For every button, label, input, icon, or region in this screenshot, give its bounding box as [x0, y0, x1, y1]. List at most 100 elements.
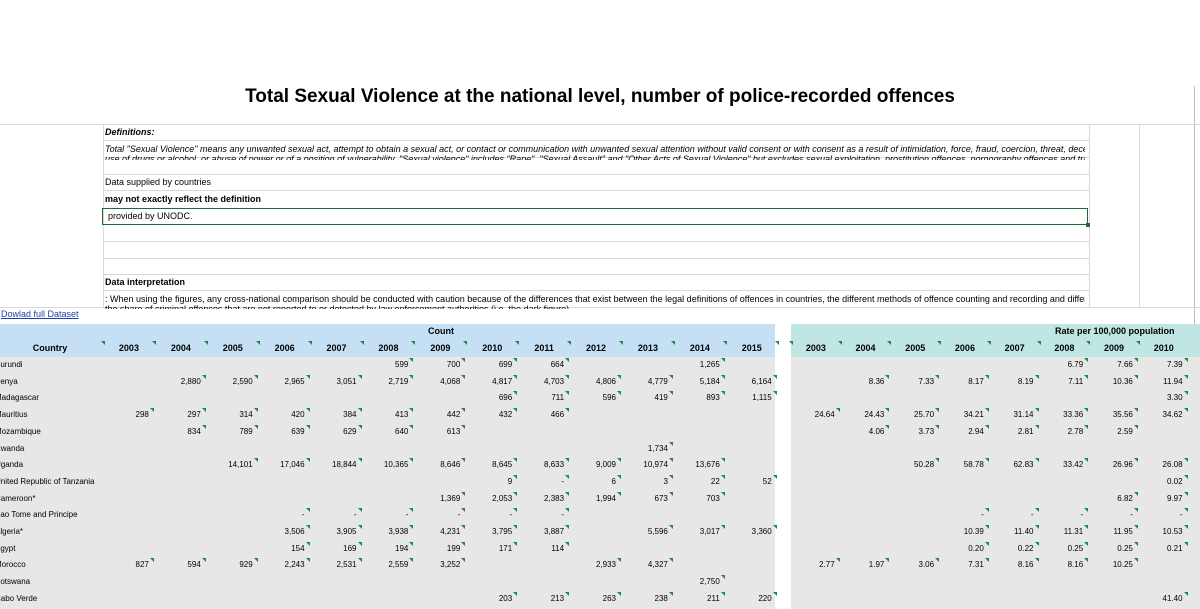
count-year-header[interactable]: 2013 [622, 343, 674, 353]
count-cell[interactable]: 594 [155, 560, 200, 569]
count-cell[interactable]: 827 [103, 560, 149, 569]
rate-cell[interactable]: 50.28 [890, 460, 934, 469]
count-cell[interactable]: - [518, 477, 564, 486]
count-cell[interactable]: 2,590 [207, 377, 253, 386]
count-cell[interactable]: 8,633 [518, 460, 564, 469]
count-cell[interactable]: 6,164 [726, 377, 772, 386]
count-cell[interactable]: 432 [466, 410, 512, 419]
count-cell[interactable]: 263 [570, 594, 616, 603]
rate-cell[interactable]: 31.14 [990, 410, 1033, 419]
count-cell[interactable]: 22 [674, 477, 720, 486]
rate-cell[interactable]: 7.11 [1040, 377, 1083, 386]
rate-cell[interactable]: - [990, 510, 1034, 519]
count-cell[interactable]: 203 [466, 594, 512, 603]
count-cell[interactable]: 2,243 [259, 560, 305, 569]
country-cell[interactable]: Uganda [0, 460, 23, 469]
count-cell[interactable]: 3,506 [259, 527, 305, 536]
count-cell[interactable]: 3 [622, 477, 667, 486]
count-cell[interactable]: 3,795 [466, 527, 512, 536]
count-cell[interactable]: 3,905 [311, 527, 356, 536]
count-cell[interactable]: 6 [570, 477, 616, 486]
rate-cell[interactable]: 62.83 [990, 460, 1033, 469]
rate-cell[interactable]: 3.06 [890, 560, 935, 569]
count-cell[interactable]: 2,053 [466, 494, 512, 503]
count-cell[interactable]: 2,750 [674, 577, 720, 586]
rate-cell[interactable]: 10.53 [1139, 527, 1183, 536]
count-cell[interactable]: 2,719 [363, 377, 408, 386]
country-cell[interactable]: Mozambique [0, 427, 41, 436]
rate-cell[interactable]: 6.79 [1040, 360, 1084, 369]
rate-year-header[interactable]: 2009 [1089, 343, 1139, 353]
rate-cell[interactable]: 26.08 [1139, 460, 1183, 469]
count-cell[interactable]: 14,101 [207, 460, 252, 469]
count-year-header[interactable]: 2003 [103, 343, 155, 353]
count-year-header[interactable]: 2012 [570, 343, 622, 353]
count-cell[interactable]: 413 [363, 410, 408, 419]
rate-cell[interactable]: 7.31 [940, 560, 984, 569]
count-cell[interactable]: 2,965 [259, 377, 305, 386]
rate-cell[interactable]: 8.16 [990, 560, 1034, 569]
count-cell[interactable]: - [363, 510, 409, 519]
rate-cell[interactable]: 33.36 [1040, 410, 1083, 419]
count-cell[interactable]: 384 [311, 410, 356, 419]
count-cell[interactable]: 664 [518, 360, 564, 369]
count-cell[interactable]: 466 [518, 410, 564, 419]
count-cell[interactable]: 154 [259, 544, 304, 553]
rate-cell[interactable]: 11.40 [990, 527, 1033, 536]
rate-cell[interactable]: 0.20 [940, 544, 984, 553]
count-cell[interactable]: 10,974 [622, 460, 667, 469]
count-cell[interactable]: 194 [363, 544, 408, 553]
country-cell[interactable]: Morocco [0, 560, 26, 569]
count-cell[interactable]: 629 [311, 427, 356, 436]
count-cell[interactable]: 2,559 [363, 560, 408, 569]
count-cell[interactable]: - [259, 510, 305, 519]
rate-cell[interactable]: 7.33 [890, 377, 935, 386]
count-cell[interactable]: 2,383 [518, 494, 564, 503]
rate-cell[interactable]: 34.21 [940, 410, 984, 419]
count-cell[interactable]: 114 [518, 544, 564, 553]
count-year-header[interactable]: 2009 [414, 343, 466, 353]
country-cell[interactable]: Kenya [0, 377, 18, 386]
country-cell[interactable]: Algeria* [0, 527, 23, 536]
rate-cell[interactable]: 2.94 [940, 427, 984, 436]
count-cell[interactable]: - [311, 510, 357, 519]
count-cell[interactable]: 893 [674, 393, 719, 402]
rate-cell[interactable]: - [1040, 510, 1084, 519]
count-cell[interactable]: 673 [622, 494, 668, 503]
rate-cell[interactable]: 35.56 [1089, 410, 1133, 419]
count-cell[interactable]: 1,369 [414, 494, 460, 503]
country-cell[interactable]: Botswana [0, 577, 30, 586]
count-cell[interactable]: 213 [518, 594, 564, 603]
count-cell[interactable]: 3,252 [414, 560, 460, 569]
count-cell[interactable]: 17,046 [259, 460, 304, 469]
count-cell[interactable]: 1,115 [726, 393, 771, 402]
rate-cell[interactable]: 8.19 [990, 377, 1034, 386]
selected-cell[interactable] [102, 208, 1088, 225]
count-cell[interactable]: 52 [726, 477, 772, 486]
count-cell[interactable]: 314 [207, 410, 252, 419]
rate-cell[interactable]: 34.62 [1139, 410, 1183, 419]
rate-year-header[interactable]: 2006 [940, 343, 990, 353]
count-cell[interactable]: 4,779 [622, 377, 668, 386]
rate-cell[interactable]: 4.06 [841, 427, 885, 436]
count-cell[interactable]: 4,327 [622, 560, 668, 569]
count-year-header[interactable]: 2011 [518, 343, 570, 353]
fill-handle[interactable] [1086, 223, 1090, 227]
rate-cell[interactable]: 25.70 [890, 410, 934, 419]
rate-year-header[interactable]: 2008 [1040, 343, 1090, 353]
rate-cell[interactable]: 8.36 [841, 377, 885, 386]
rate-cell[interactable]: 2.77 [791, 560, 835, 569]
rate-cell[interactable]: 2.78 [1040, 427, 1084, 436]
country-cell[interactable]: Rwanda [0, 444, 24, 453]
rate-cell[interactable]: 2.81 [990, 427, 1034, 436]
rate-cell[interactable]: 1.97 [841, 560, 885, 569]
rate-cell[interactable]: 3.73 [890, 427, 935, 436]
rate-cell[interactable]: 11.31 [1040, 527, 1083, 536]
rate-cell[interactable]: 33.42 [1040, 460, 1083, 469]
count-cell[interactable]: 696 [466, 393, 512, 402]
rate-cell[interactable]: - [940, 510, 984, 519]
rate-cell[interactable]: 11.94 [1139, 377, 1182, 386]
count-year-header[interactable]: 2007 [311, 343, 363, 353]
count-cell[interactable]: 929 [207, 560, 252, 569]
rate-cell[interactable]: 58.78 [940, 460, 984, 469]
